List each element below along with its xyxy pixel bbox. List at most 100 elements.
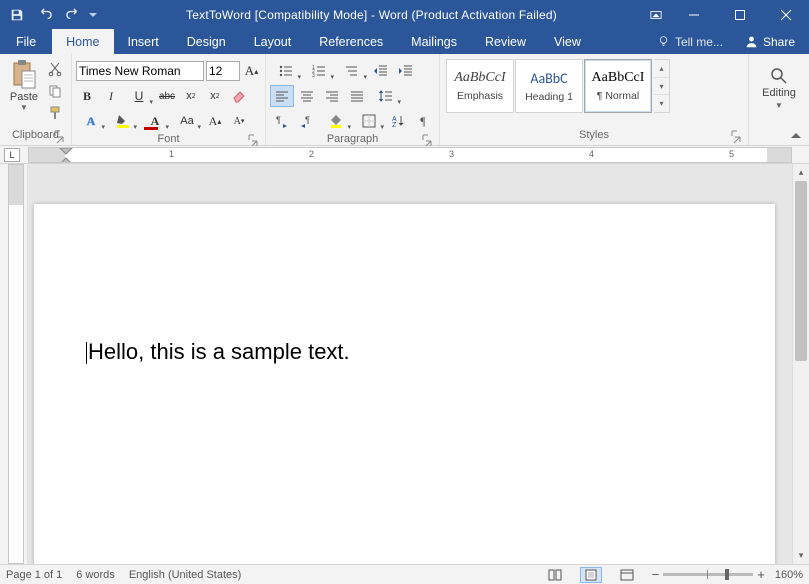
- text-cursor: [86, 342, 87, 364]
- style-heading-1[interactable]: AaBbCHeading 1: [515, 59, 583, 113]
- borders-button[interactable]: ▾: [353, 110, 385, 132]
- zoom-slider[interactable]: [663, 573, 753, 576]
- window-title: TextToWord [Compatibility Mode] - Word (…: [102, 8, 641, 22]
- share-button[interactable]: Share: [735, 29, 805, 54]
- font-name-combo[interactable]: [76, 61, 204, 81]
- svg-text:¶: ¶: [305, 115, 310, 125]
- shrink-font-button[interactable]: A▾: [228, 110, 250, 132]
- justify-icon: [350, 89, 364, 103]
- paste-icon: [11, 59, 37, 89]
- font-launcher-icon[interactable]: [247, 134, 259, 146]
- tab-view[interactable]: View: [540, 29, 595, 54]
- qat-customize-icon[interactable]: [88, 11, 98, 19]
- grow-font-button-2[interactable]: A▴: [204, 110, 226, 132]
- zoom-level[interactable]: 160%: [775, 569, 803, 581]
- sort-button[interactable]: AZ: [386, 110, 410, 132]
- print-layout-button[interactable]: [580, 567, 602, 583]
- font-size-combo[interactable]: [206, 61, 240, 81]
- document-text[interactable]: Hello, this is a sample text.: [86, 339, 723, 365]
- paste-button[interactable]: Paste ▼: [4, 57, 44, 112]
- decrease-indent-button[interactable]: [369, 60, 393, 82]
- align-center-button[interactable]: [295, 85, 319, 107]
- text-effects-button[interactable]: A▾: [76, 110, 106, 132]
- cut-button[interactable]: [44, 59, 66, 79]
- close-icon[interactable]: [763, 0, 809, 29]
- highlight-button[interactable]: ▾: [108, 110, 138, 132]
- align-right-button[interactable]: [320, 85, 344, 107]
- clear-formatting-button[interactable]: [228, 85, 250, 107]
- vertical-ruler[interactable]: [0, 164, 28, 564]
- shading-button[interactable]: ▾: [320, 110, 352, 132]
- svg-text:3: 3: [312, 73, 315, 79]
- editing-button[interactable]: Editing ▼: [753, 57, 805, 110]
- read-mode-button[interactable]: [544, 567, 566, 583]
- rtl-direction-button[interactable]: ¶: [295, 110, 319, 132]
- minimize-icon[interactable]: [671, 0, 717, 29]
- italic-button[interactable]: I: [100, 85, 122, 107]
- vertical-scrollbar[interactable]: ▴ ▾: [792, 164, 809, 564]
- styles-launcher-icon[interactable]: [730, 130, 742, 142]
- tab-insert[interactable]: Insert: [114, 29, 173, 54]
- grow-font-button[interactable]: A▴: [242, 60, 261, 82]
- multilevel-list-button[interactable]: ▾: [336, 60, 368, 82]
- person-icon: [745, 35, 758, 48]
- undo-icon[interactable]: [32, 3, 58, 27]
- print-layout-icon: [584, 569, 598, 581]
- tab-selector[interactable]: L: [4, 148, 20, 162]
- style-emphasis[interactable]: AaBbCcIEmphasis: [446, 59, 514, 113]
- redo-icon[interactable]: [60, 3, 86, 27]
- tab-layout[interactable]: Layout: [240, 29, 306, 54]
- scroll-thumb[interactable]: [795, 181, 807, 361]
- styles-scroll-down-icon[interactable]: ▾: [654, 78, 669, 96]
- increase-indent-button[interactable]: [394, 60, 418, 82]
- web-layout-button[interactable]: [616, 567, 638, 583]
- svg-text:¶: ¶: [276, 115, 281, 125]
- justify-button[interactable]: [345, 85, 369, 107]
- strikethrough-button[interactable]: abc: [156, 85, 178, 107]
- indent-marker-icon[interactable]: [59, 147, 73, 163]
- zoom-out-button[interactable]: −: [652, 567, 660, 582]
- zoom-in-button[interactable]: +: [757, 567, 765, 582]
- styles-scroll-up-icon[interactable]: ▴: [654, 60, 669, 78]
- tab-review[interactable]: Review: [471, 29, 540, 54]
- ribbon-display-options-icon[interactable]: [641, 0, 671, 29]
- word-count[interactable]: 6 words: [76, 569, 115, 581]
- indent-icon: [399, 64, 413, 78]
- scroll-down-icon[interactable]: ▾: [793, 547, 809, 564]
- eraser-icon: [231, 88, 247, 104]
- line-spacing-button[interactable]: ▾: [370, 85, 402, 107]
- numbering-button[interactable]: 123▾: [303, 60, 335, 82]
- align-left-button[interactable]: [270, 85, 294, 107]
- bold-button[interactable]: B: [76, 85, 98, 107]
- ruler-body[interactable]: 1 2 3 4 5: [28, 147, 792, 163]
- save-icon[interactable]: [4, 3, 30, 27]
- change-case-button[interactable]: Aa▾: [172, 110, 202, 132]
- tab-references[interactable]: References: [305, 29, 397, 54]
- clipboard-launcher-icon[interactable]: [53, 130, 65, 142]
- collapse-ribbon-icon[interactable]: [787, 129, 805, 143]
- lightbulb-icon: [657, 35, 670, 48]
- tab-file[interactable]: File: [0, 29, 52, 54]
- maximize-icon[interactable]: [717, 0, 763, 29]
- style-normal[interactable]: AaBbCcI¶ Normal: [584, 59, 652, 113]
- bullets-button[interactable]: ▾: [270, 60, 302, 82]
- tab-home[interactable]: Home: [52, 29, 113, 54]
- font-color-button[interactable]: A▾: [140, 110, 170, 132]
- underline-button[interactable]: U▾: [124, 85, 154, 107]
- format-painter-button[interactable]: [44, 103, 66, 123]
- language[interactable]: English (United States): [129, 569, 242, 581]
- show-marks-button[interactable]: ¶: [411, 110, 435, 132]
- tab-mailings[interactable]: Mailings: [397, 29, 471, 54]
- tab-design[interactable]: Design: [173, 29, 240, 54]
- scroll-up-icon[interactable]: ▴: [793, 164, 809, 181]
- copy-button[interactable]: [44, 81, 66, 101]
- page-number[interactable]: Page 1 of 1: [6, 569, 62, 581]
- paragraph-launcher-icon[interactable]: [421, 134, 433, 146]
- subscript-button[interactable]: x2: [180, 85, 202, 107]
- styles-expand-icon[interactable]: ▾: [654, 95, 669, 112]
- tell-me-search[interactable]: Tell me...: [645, 29, 735, 54]
- ltr-direction-button[interactable]: ¶: [270, 110, 294, 132]
- page[interactable]: Hello, this is a sample text.: [34, 204, 775, 564]
- superscript-button[interactable]: x2: [204, 85, 226, 107]
- horizontal-ruler[interactable]: L 1 2 3 4 5: [0, 146, 809, 164]
